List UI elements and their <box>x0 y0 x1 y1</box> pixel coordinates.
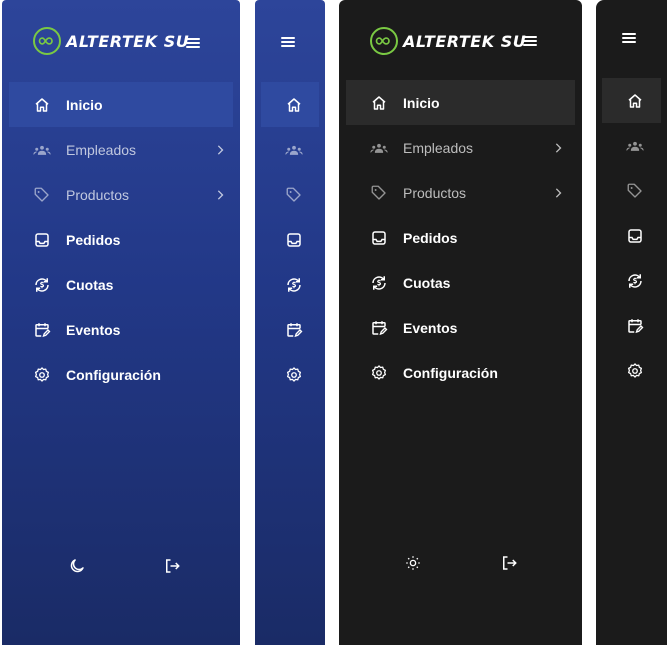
inbox-icon <box>285 231 303 249</box>
tag-icon <box>626 182 644 200</box>
infinity-logo-icon <box>33 27 61 55</box>
chevron-right-icon <box>215 189 225 201</box>
hamburger-menu-icon[interactable] <box>523 35 539 47</box>
users-icon <box>285 141 303 159</box>
nav-item-eventos[interactable]: Eventos <box>2 307 240 352</box>
nav-item-pedidos[interactable]: Pedidos <box>339 215 582 260</box>
refresh-dollar-icon <box>33 276 51 294</box>
brand-name: ALTERTEK SU <box>66 31 190 51</box>
refresh-dollar-icon <box>285 276 303 294</box>
nav-item-empleados[interactable]: Empleados <box>2 127 240 172</box>
calendar-edit-icon <box>626 317 644 335</box>
nav-label: Pedidos <box>403 229 458 246</box>
nav-item-pedidos[interactable] <box>596 213 667 258</box>
gear-icon <box>33 366 51 384</box>
sun-icon[interactable] <box>403 553 423 573</box>
nav-label: Cuotas <box>66 276 114 293</box>
nav-item-pedidos[interactable]: Pedidos <box>2 217 240 262</box>
sidebar-blue-expanded: ALTERTEK SU Inicio Empleados Productos P… <box>2 0 240 645</box>
logout-icon[interactable] <box>162 556 182 576</box>
nav-item-cuotas[interactable] <box>255 262 325 307</box>
gear-icon <box>626 362 644 380</box>
nav-item-productos[interactable] <box>596 168 667 213</box>
brand-name: ALTERTEK SU <box>403 31 527 51</box>
nav-item-eventos[interactable]: Eventos <box>339 305 582 350</box>
nav-label: Productos <box>403 184 467 201</box>
nav-item-configuracion[interactable] <box>596 348 667 393</box>
inbox-icon <box>33 231 51 249</box>
chevron-right-icon <box>553 142 563 154</box>
nav-item-cuotas[interactable] <box>596 258 667 303</box>
nav-item-cuotas[interactable]: Cuotas <box>339 260 582 305</box>
chevron-right-icon <box>215 144 225 156</box>
nav-item-pedidos[interactable] <box>255 217 325 262</box>
nav-item-eventos[interactable] <box>596 303 667 348</box>
inbox-icon <box>370 229 388 247</box>
nav-item-productos[interactable]: Productos <box>2 172 240 217</box>
nav-label: Configuración <box>66 366 161 383</box>
infinity-logo-icon <box>370 27 398 55</box>
nav-label: Productos <box>66 186 130 203</box>
nav-item-empleados[interactable] <box>596 123 667 168</box>
nav-menu <box>255 82 325 397</box>
nav-label: Inicio <box>403 94 440 111</box>
nav-item-inicio[interactable] <box>261 82 319 127</box>
hamburger-menu-icon[interactable] <box>281 36 297 48</box>
nav-label: Inicio <box>66 96 103 113</box>
nav-menu: Inicio Empleados Productos Pedidos Cuota… <box>339 80 582 395</box>
nav-label: Eventos <box>66 321 121 338</box>
hamburger-menu-icon[interactable] <box>622 32 638 44</box>
gear-icon <box>285 366 303 384</box>
nav-item-eventos[interactable] <box>255 307 325 352</box>
tag-icon <box>33 186 51 204</box>
nav-item-configuracion[interactable] <box>255 352 325 397</box>
nav-item-cuotas[interactable]: Cuotas <box>2 262 240 307</box>
nav-label: Empleados <box>66 141 137 158</box>
moon-icon[interactable] <box>67 556 87 576</box>
nav-item-empleados[interactable]: Empleados <box>339 125 582 170</box>
home-icon <box>33 96 51 114</box>
nav-label: Empleados <box>403 139 474 156</box>
gear-icon <box>370 364 388 382</box>
nav-item-inicio[interactable]: Inicio <box>9 82 233 127</box>
hamburger-menu-icon[interactable] <box>186 37 202 49</box>
chevron-right-icon <box>553 187 563 199</box>
tag-icon <box>285 186 303 204</box>
nav-item-productos[interactable] <box>255 172 325 217</box>
sidebar-dark-collapsed <box>596 0 667 645</box>
users-icon <box>33 141 51 159</box>
brand-logo[interactable]: ALTERTEK SU <box>370 27 526 55</box>
nav-item-inicio[interactable]: Inicio <box>346 80 575 125</box>
tag-icon <box>370 184 388 202</box>
logout-icon[interactable] <box>499 553 519 573</box>
refresh-dollar-icon <box>626 272 644 290</box>
nav-item-configuracion[interactable]: Configuración <box>339 350 582 395</box>
home-icon <box>626 92 644 110</box>
users-icon <box>370 139 388 157</box>
sidebar-dark-expanded: ALTERTEK SU Inicio Empleados Productos P… <box>339 0 582 645</box>
home-icon <box>285 96 303 114</box>
nav-label: Pedidos <box>66 231 121 248</box>
refresh-dollar-icon <box>370 274 388 292</box>
nav-item-inicio[interactable] <box>602 78 661 123</box>
inbox-icon <box>626 227 644 245</box>
calendar-edit-icon <box>370 319 388 337</box>
nav-menu <box>596 78 667 393</box>
nav-label: Cuotas <box>403 274 451 291</box>
nav-item-productos[interactable]: Productos <box>339 170 582 215</box>
sidebar-blue-collapsed <box>255 0 325 645</box>
nav-label: Configuración <box>403 364 498 381</box>
nav-item-empleados[interactable] <box>255 127 325 172</box>
home-icon <box>370 94 388 112</box>
calendar-edit-icon <box>33 321 51 339</box>
nav-menu: Inicio Empleados Productos Pedidos Cuota… <box>2 82 240 397</box>
brand-logo[interactable]: ALTERTEK SU <box>33 27 189 55</box>
nav-item-configuracion[interactable]: Configuración <box>2 352 240 397</box>
calendar-edit-icon <box>285 321 303 339</box>
nav-label: Eventos <box>403 319 458 336</box>
users-icon <box>626 137 644 155</box>
